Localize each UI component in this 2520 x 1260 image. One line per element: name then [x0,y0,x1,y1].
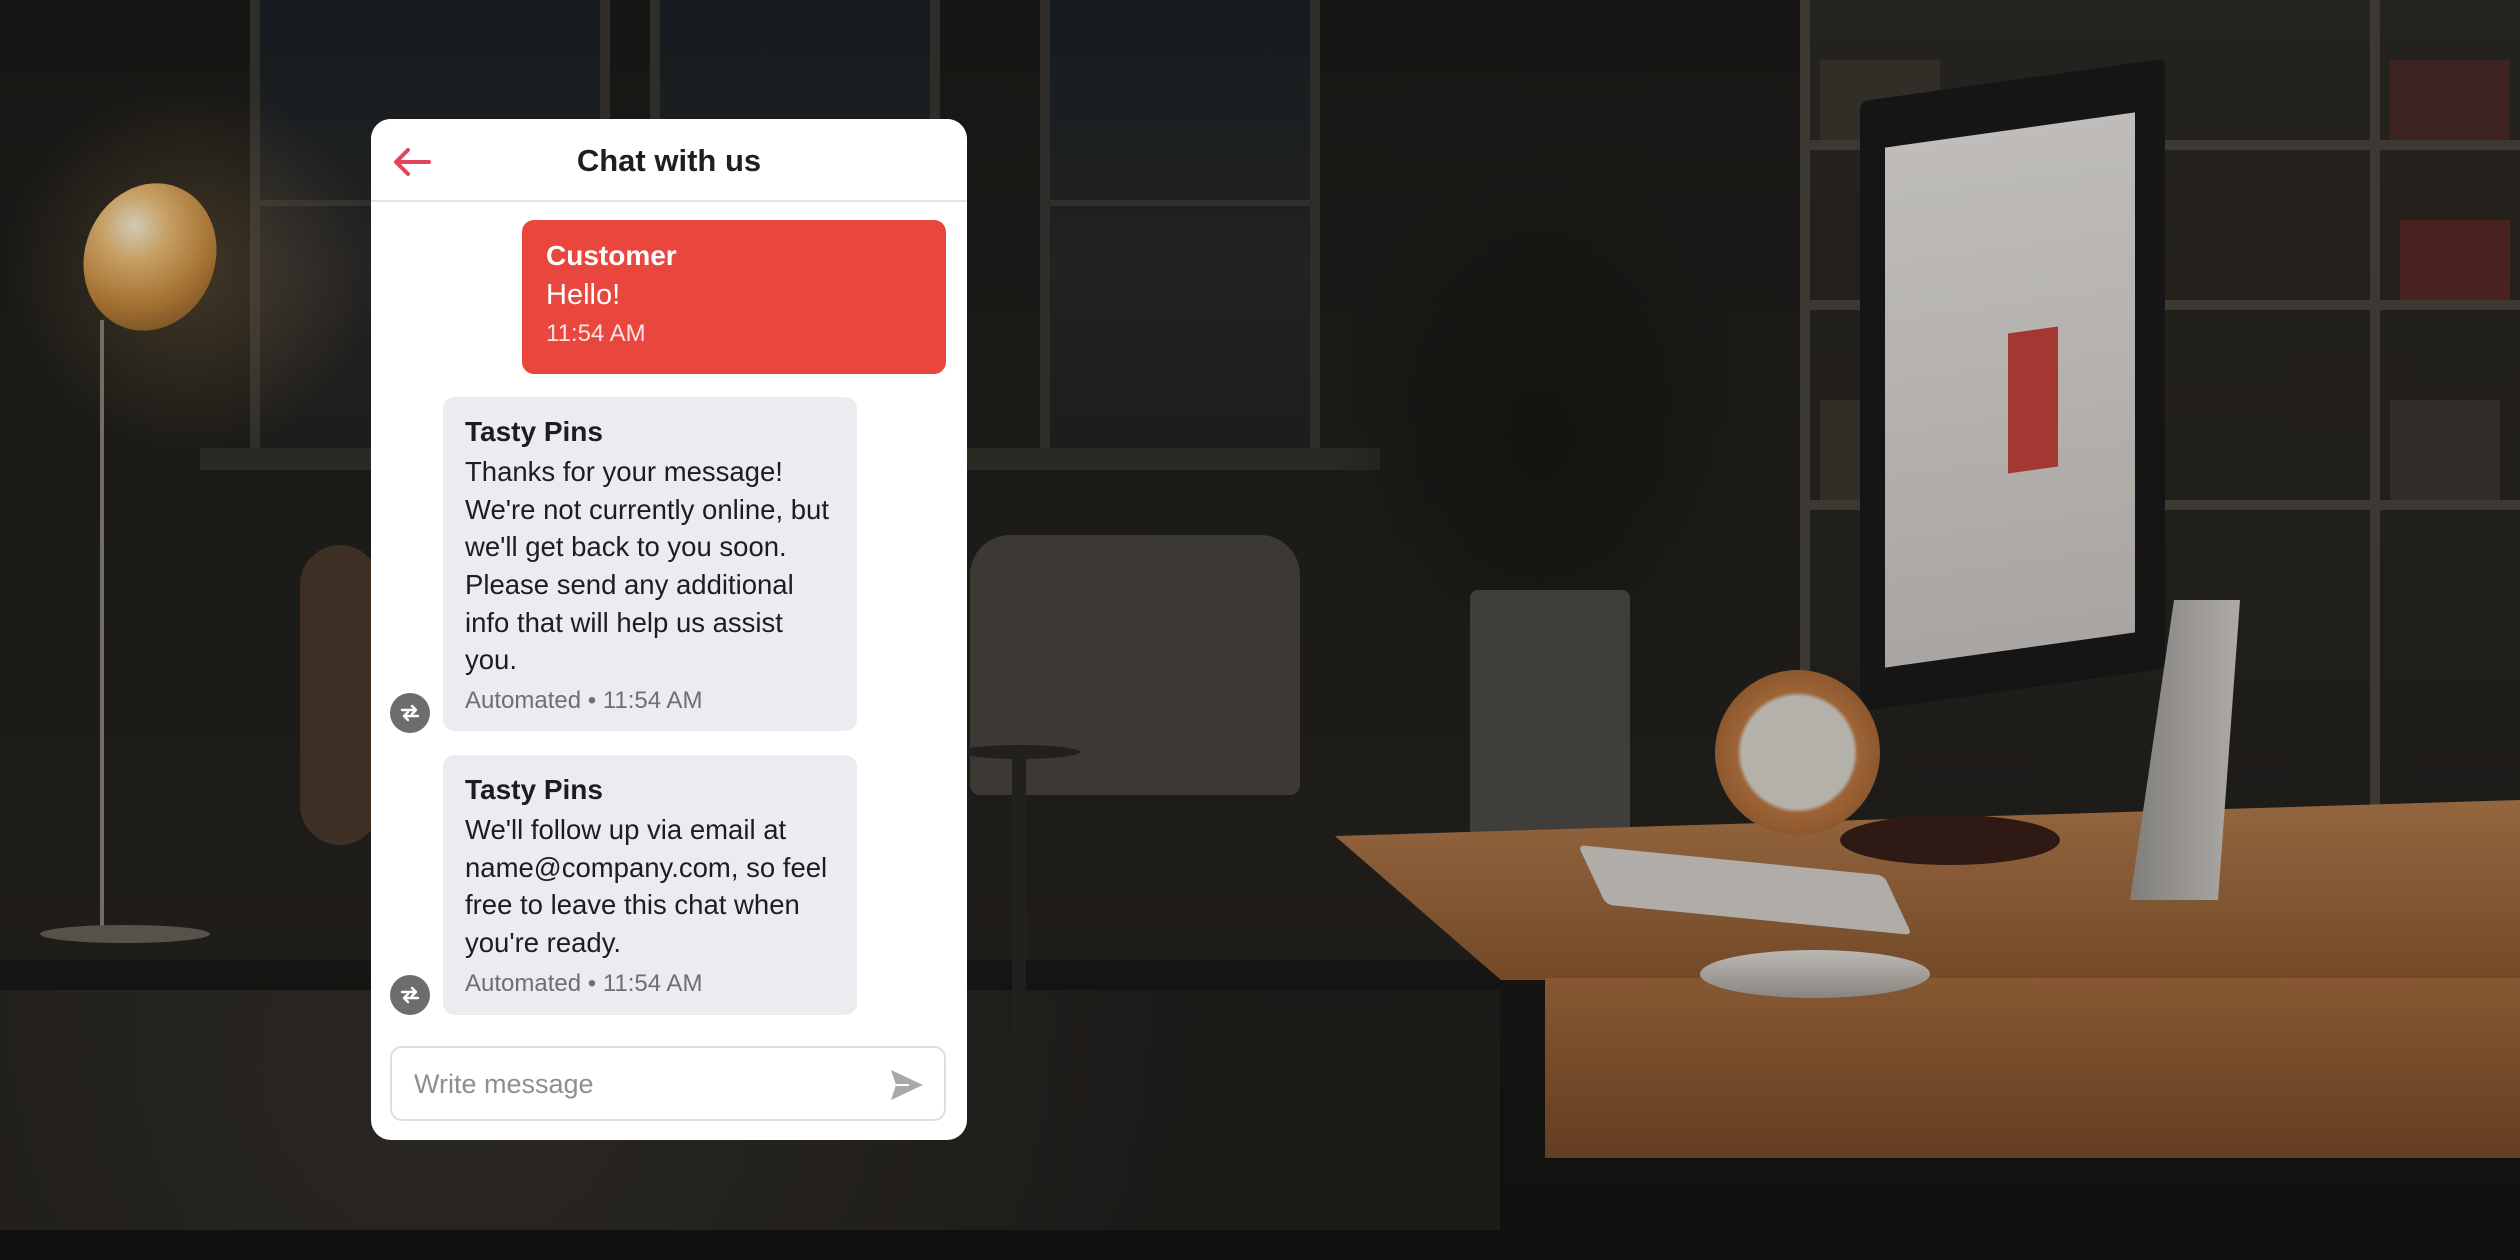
customer-message: Customer Hello! 11:54 AM [522,220,946,374]
automated-repeat-icon [390,693,430,733]
message-text: Hello! [546,278,621,311]
message-meta: Automated • 11:54 AM [465,969,703,997]
message-time: 11:54 AM [546,319,646,347]
chat-title: Chat with us [576,143,762,178]
message-sender: Tasty Pins [465,774,603,805]
message-text: Thanks for your message! We're not curre… [465,456,829,676]
automated-repeat-icon [390,975,430,1015]
message-composer [390,1046,946,1121]
bot-message: Tasty Pins We'll follow up via email at … [443,755,857,1015]
send-icon [891,1070,923,1100]
chat-header: Chat with us [371,119,967,202]
message-meta: Automated • 11:54 AM [465,687,703,715]
message-sender: Tasty Pins [465,416,603,447]
bot-message: Tasty Pins Thanks for your message! We'r… [443,397,857,731]
message-sender: Customer [546,240,677,271]
send-button[interactable] [886,1065,928,1105]
message-input[interactable] [414,1064,854,1104]
chat-widget: Chat with us Customer Hello! 11:54 AM Ta… [371,119,967,1140]
message-text: We'll follow up via email at name@compan… [465,814,828,959]
